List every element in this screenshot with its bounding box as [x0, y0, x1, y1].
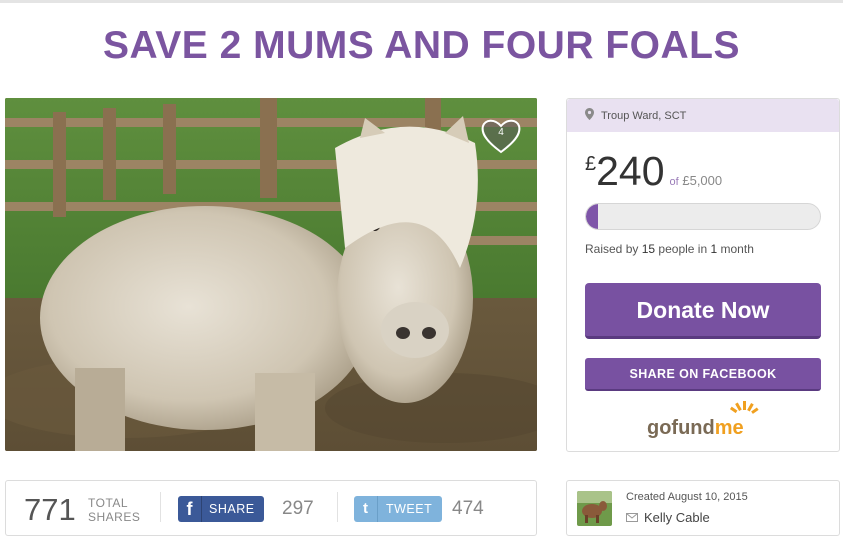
raised-summary: Raised by 15 people in 1 month [585, 242, 754, 256]
tweet-button[interactable]: t TWEET [354, 496, 442, 522]
currency-symbol: £ [585, 153, 597, 175]
progress-fill [586, 204, 598, 229]
donate-panel: Troup Ward, SCT £ 240 of £5,000 Raised b… [566, 98, 840, 452]
twitter-t-icon: t [354, 496, 378, 522]
goal-of: of [669, 176, 679, 188]
location-bar: Troup Ward, SCT [567, 99, 839, 132]
total-label-line1: TOTAL [88, 496, 129, 510]
envelope-icon [626, 510, 638, 525]
amount-raised: £ 240 of £5,000 [585, 148, 723, 194]
created-date: Created August 10, 2015 [626, 491, 748, 503]
tweet-label: TWEET [386, 502, 433, 516]
share-bar: 771 TOTAL SHARES f SHARE 297 t TWEET 474 [5, 480, 537, 536]
avatar[interactable] [577, 491, 612, 526]
time-unit: month [720, 242, 754, 256]
raised-amount: 240 [596, 148, 665, 194]
creator-name: Kelly Cable [644, 510, 710, 525]
time-count: 1 [710, 242, 718, 256]
brand-me: me [714, 417, 744, 439]
map-pin-icon [585, 108, 594, 123]
progress-bar [585, 203, 821, 230]
raised-prefix: Raised by [585, 242, 639, 256]
facebook-f-icon: f [178, 496, 202, 522]
creator-box: Created August 10, 2015 Kelly Cable [566, 480, 840, 536]
tweet-count: 474 [452, 498, 484, 519]
brand-go: gofund [647, 417, 715, 439]
divider [160, 492, 161, 522]
gofundme-logo: gofundme [647, 401, 767, 441]
total-label-line2: SHARES [88, 510, 141, 524]
facebook-share-button[interactable]: f SHARE [178, 496, 264, 522]
location-text: Troup Ward, SCT [601, 109, 687, 122]
like-count: 4 [498, 127, 504, 138]
divider [337, 492, 338, 522]
creator-contact[interactable]: Kelly Cable [626, 510, 710, 525]
heart-icon[interactable]: 4 [480, 117, 522, 155]
total-shares-count: 771 [24, 492, 76, 527]
donate-now-button[interactable]: Donate Now [585, 283, 821, 339]
share-on-facebook-button[interactable]: SHARE ON FACEBOOK [585, 358, 821, 391]
goal-value: £5,000 [682, 173, 723, 188]
people-count: 15 [641, 242, 656, 256]
facebook-share-count: 297 [282, 498, 314, 519]
campaign-photo [5, 98, 537, 451]
goal-amount: of £5,000 [670, 173, 723, 188]
campaign-title: SAVE 2 MUMS AND FOUR FOALS [102, 24, 741, 67]
facebook-share-label: SHARE [209, 502, 255, 516]
people-word: people in [658, 242, 708, 256]
total-shares-label: TOTAL SHARES [88, 496, 140, 524]
top-divider [0, 0, 843, 3]
